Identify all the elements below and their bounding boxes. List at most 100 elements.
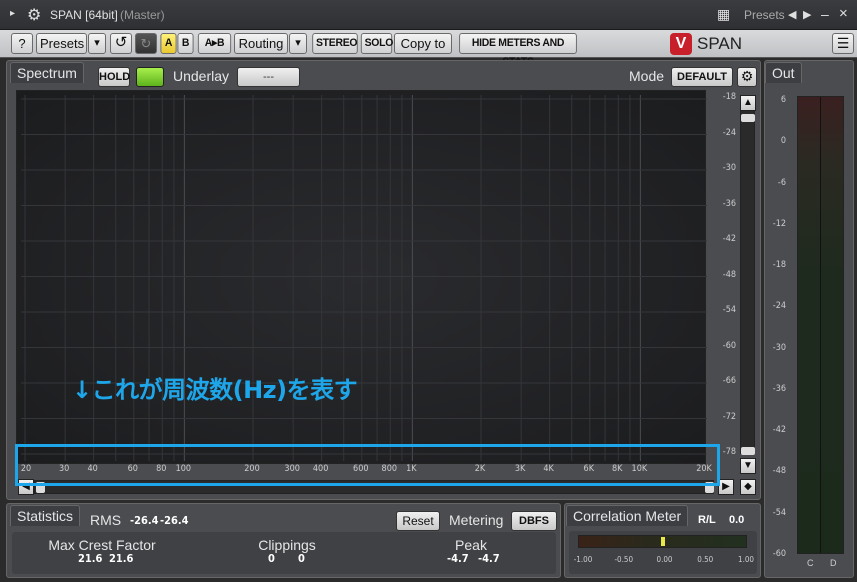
scroll-down-button[interactable]: ▼ (740, 458, 756, 474)
output-tick-label: -36 (772, 383, 786, 394)
state-b-button[interactable]: B (177, 33, 194, 54)
scroll-up-button[interactable]: ▲ (740, 95, 756, 111)
correlation-tick-label: -1.00 (573, 555, 593, 564)
mode-label: Mode (629, 68, 665, 84)
spectrum-grid (21, 95, 707, 461)
vertical-scrollbar[interactable] (740, 96, 755, 454)
window-subtitle: (Master) (120, 8, 165, 22)
statistics-tab[interactable]: Statistics (10, 505, 81, 526)
frequency-annotation: ↓これが周波数(Hz)を表す (72, 376, 358, 404)
output-tick-label: -6 (777, 177, 786, 188)
output-tick-label: -18 (772, 260, 786, 271)
rl-label: R/L (698, 514, 716, 526)
arrow-right-icon: ▶ (722, 481, 730, 492)
output-tick-label: -54 (772, 507, 786, 518)
correlation-bar (578, 535, 747, 548)
y-tick-label: -54 (722, 305, 736, 315)
y-tick-label: -66 (722, 376, 736, 386)
output-tab[interactable]: Out (765, 62, 802, 83)
output-channel-left: C (807, 558, 814, 568)
close-icon[interactable]: × (839, 5, 848, 22)
metering-select[interactable]: DBFS (511, 511, 557, 531)
scroll-right-button[interactable]: ▶ (718, 479, 734, 495)
reset-button[interactable]: Reset (396, 511, 440, 531)
y-tick-label: -48 (722, 269, 736, 280)
metering-label: Metering (449, 512, 504, 528)
routing-dropdown-button[interactable]: ▾ (289, 33, 307, 54)
copy-to-button[interactable]: Copy to (394, 33, 452, 54)
frequency-axis-highlight (15, 444, 720, 486)
clippings-right-value: 0 (298, 552, 305, 565)
presets-label[interactable]: Presets (744, 8, 785, 22)
state-a-button[interactable]: A (160, 33, 177, 54)
copy-a-to-b-button[interactable]: A▸B (197, 33, 232, 54)
y-tick-label: -36 (722, 198, 736, 209)
presets-button[interactable]: Presets (36, 33, 87, 54)
rms-label: RMS (90, 512, 122, 528)
peak-label: Peak (455, 537, 487, 553)
peak-left-value: -4.7 (447, 552, 469, 565)
prev-preset-icon[interactable]: ◀ (788, 8, 796, 21)
correlation-tab[interactable]: Correlation Meter (566, 505, 689, 526)
crest-factor-label: Max Crest Factor (48, 537, 156, 553)
correlation-tick-label: -0.50 (614, 555, 634, 564)
hold-button[interactable]: HOLD (98, 67, 130, 87)
y-tick-label: -42 (722, 234, 736, 244)
crest-right-value: 21.6 (109, 552, 134, 565)
keyboard-icon[interactable]: ▦ (717, 6, 730, 23)
spectrum-graph[interactable] (16, 90, 707, 464)
arrow-down-icon: ▼ (743, 460, 753, 471)
window-title: SPAN [64bit] (50, 8, 118, 22)
y-tick-label: -30 (722, 163, 736, 173)
output-tick-label: 0 (780, 136, 786, 147)
clippings-label: Clippings (258, 537, 316, 553)
crest-left-value: 21.6 (78, 552, 103, 565)
presets-dropdown-button[interactable]: ▾ (88, 33, 106, 54)
voxengo-logo: V (670, 33, 692, 55)
vertical-scroll-thumb-bottom[interactable] (741, 447, 755, 455)
underlay-select[interactable]: --- (237, 67, 300, 87)
rl-value: 0.0 (729, 514, 745, 526)
y-tick-label: -18 (722, 92, 736, 102)
solo-button[interactable]: SOLO (360, 33, 393, 54)
vertical-scroll-thumb-top[interactable] (741, 114, 755, 122)
toolbar: ? Presets ▾ ↺ ↻ A B A▸B Routing ▾ STEREO… (0, 30, 857, 68)
redo-button[interactable]: ↻ (135, 33, 157, 54)
arrow-up-icon: ▲ (743, 97, 753, 108)
undo-button[interactable]: ↺ (110, 33, 132, 54)
minimize-icon[interactable]: – (821, 6, 829, 22)
routing-button[interactable]: Routing (234, 33, 288, 54)
mode-select[interactable]: DEFAULT (671, 67, 733, 87)
correlation-tick-label: 0.50 (697, 555, 714, 564)
collapse-arrow-icon[interactable]: ▸ (10, 8, 15, 19)
output-tick-label: -12 (772, 218, 786, 229)
gear-icon[interactable]: ⚙ (27, 5, 41, 25)
next-preset-icon[interactable]: ▶ (803, 8, 811, 21)
output-tick-label: -30 (772, 342, 786, 353)
mode-settings-button[interactable]: ⚙ (737, 67, 757, 87)
output-tick-label: -48 (772, 466, 786, 477)
output-tick-label: -42 (772, 425, 786, 436)
clippings-left-value: 0 (268, 552, 275, 565)
rms-right-value: -26.4 (160, 514, 189, 527)
spectrum-tab[interactable]: Spectrum (10, 62, 84, 83)
stereo-button[interactable]: STEREO (312, 33, 358, 54)
zoom-reset-button[interactable]: ◆ (740, 479, 756, 495)
peak-right-value: -4.7 (478, 552, 500, 565)
rms-left-value: -26.4 (130, 514, 159, 527)
y-tick-label: -24 (722, 127, 736, 138)
output-tick-label: 6 (780, 95, 786, 105)
output-tick-label: -24 (772, 301, 786, 312)
redo-icon: ↻ (140, 36, 152, 51)
hide-meters-button[interactable]: HIDE METERS AND STATS (459, 33, 577, 68)
correlation-tick-label: 1.00 (737, 555, 755, 564)
title-bar: ▸ ⚙ SPAN [64bit] (Master) ▦ Presets ◀ ▶ … (0, 0, 857, 30)
y-tick-label: -60 (722, 340, 736, 351)
underlay-label: Underlay (173, 68, 230, 84)
menu-button[interactable]: ☰ (832, 33, 854, 54)
diamond-icon: ◆ (744, 481, 752, 492)
output-channel-right: D (830, 558, 837, 568)
hold-led-toggle[interactable] (136, 67, 164, 87)
help-button[interactable]: ? (11, 33, 33, 54)
correlation-tick-label: 0.00 (656, 555, 673, 564)
